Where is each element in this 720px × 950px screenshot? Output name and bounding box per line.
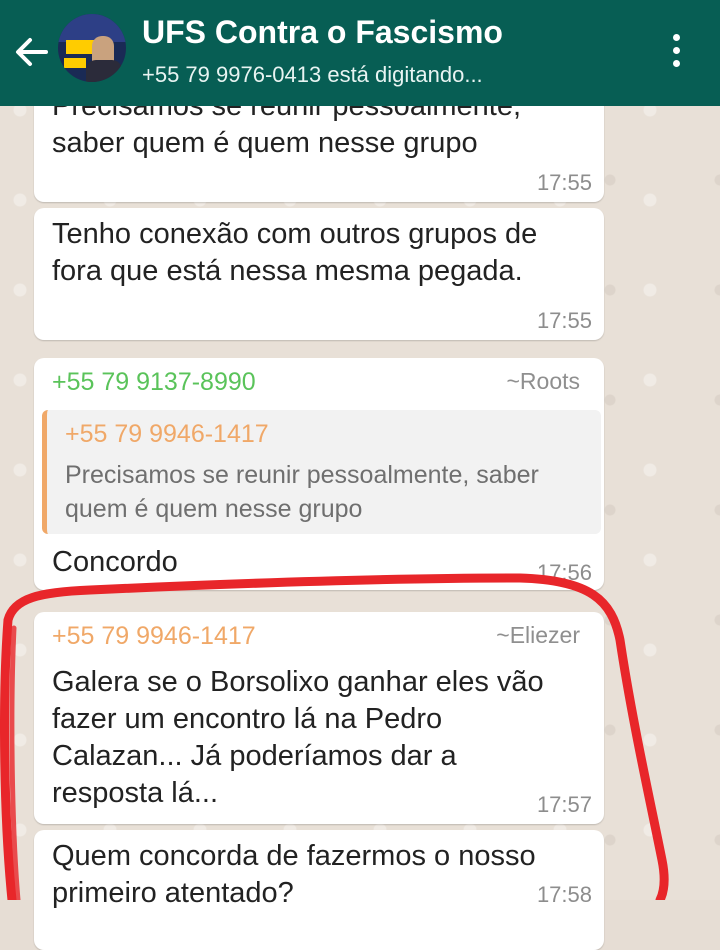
message-text: Tenho conexão com outros grupos de fora …: [52, 218, 538, 287]
message-bubble[interactable]: Quem concorda de fazermos o nosso primei…: [34, 830, 604, 950]
message-time: 17:58: [536, 882, 592, 907]
message-text: Galera se o Borsolixo ganhar eles vão fa…: [52, 666, 544, 809]
message-time: 17:55: [536, 308, 592, 333]
message-text: Concordo: [52, 546, 178, 578]
group-avatar[interactable]: [58, 14, 126, 82]
quoted-sender: +55 79 9946-1417: [65, 420, 269, 448]
group-title[interactable]: UFS Contra o Fascismo: [142, 14, 503, 51]
message-time: 17:57: [536, 792, 592, 817]
sender-alias: ~Roots: [506, 368, 580, 394]
message-bubble[interactable]: Tenho conexão com outros grupos de fora …: [34, 208, 604, 340]
typing-status: +55 79 9976-0413 está digitando...: [142, 62, 483, 87]
arrow-left-icon[interactable]: [12, 32, 52, 72]
reply-message-bubble[interactable]: +55 79 9137-8990 ~Roots +55 79 9946-1417…: [34, 358, 604, 590]
message-time: 17:55: [536, 170, 592, 195]
message-time: 17:56: [536, 560, 592, 585]
sender-phone[interactable]: +55 79 9946-1417: [52, 622, 256, 651]
message-bubble[interactable]: +55 79 9946-1417 ~Eliezer Galera se o Bo…: [34, 612, 604, 824]
sender-alias: ~Eliezer: [496, 622, 580, 648]
more-vert-icon[interactable]: [666, 30, 686, 74]
chat-header: UFS Contra o Fascismo +55 79 9976-0413 e…: [0, 0, 720, 106]
sender-phone[interactable]: +55 79 9137-8990: [52, 368, 256, 397]
quoted-message[interactable]: +55 79 9946-1417 Precisamos se reunir pe…: [42, 410, 601, 534]
quoted-text: Precisamos se reunir pessoalmente, saber…: [65, 461, 539, 523]
message-text: Quem concorda de fazermos o nosso primei…: [52, 840, 536, 909]
